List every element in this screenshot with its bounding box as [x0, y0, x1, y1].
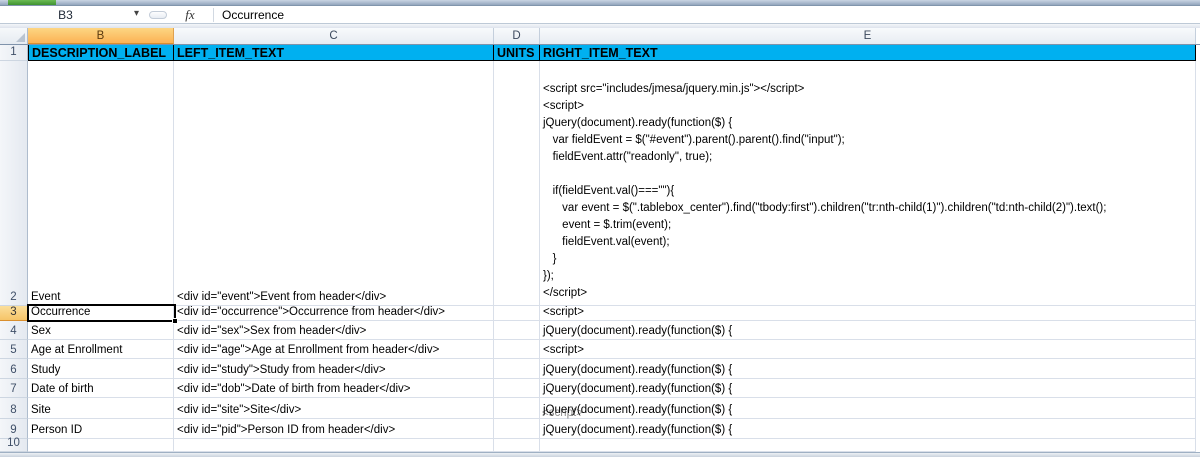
worksheet-grid: 1 DESCRIPTION_LABEL LEFT_ITEM_TEXT UNITS… — [0, 45, 1200, 452]
code-line: fieldEvent.val(event); — [543, 234, 1193, 251]
insert-function-button[interactable]: fx — [167, 7, 213, 23]
code-line: var fieldEvent = $("#event").parent().pa… — [543, 132, 1193, 149]
cell-b5[interactable]: Age at Enrollment — [28, 340, 174, 359]
cell-c2[interactable]: <div id="event">Event from header</div> — [174, 61, 494, 306]
cell-e7[interactable]: jQuery(document).ready(function($) { — [540, 379, 1196, 398]
code-line: var event = $(".tablebox_center").find("… — [543, 200, 1193, 217]
name-box-value: B3 — [58, 8, 87, 22]
cell-e1[interactable]: RIGHT_ITEM_TEXT — [540, 45, 1196, 61]
cell-d8[interactable] — [494, 398, 540, 419]
cell-c4[interactable]: <div id="sex">Sex from header</div> — [174, 321, 494, 340]
code-line: jQuery(document).ready(function($) { — [543, 115, 1193, 132]
formula-bar-divider — [213, 8, 214, 22]
cell-d5[interactable] — [494, 340, 540, 359]
fill-handle[interactable] — [172, 318, 178, 324]
cell-b10[interactable] — [28, 439, 174, 452]
cell-e10[interactable] — [540, 439, 1196, 452]
cell-d3[interactable] — [494, 306, 540, 321]
column-header-c[interactable]: C — [174, 28, 494, 44]
cell-e5[interactable]: <script> — [540, 340, 1196, 359]
row-header-4[interactable]: 4 — [0, 321, 28, 340]
cell-e3[interactable]: <script> — [540, 306, 1196, 321]
table-row: 9 Person ID <div id="pid">Person ID from… — [0, 419, 1196, 439]
row-header-3[interactable]: 3 — [0, 306, 28, 321]
cell-c5[interactable]: <div id="age">Age at Enrollment from hea… — [174, 340, 494, 359]
code-line: }); — [543, 268, 1193, 285]
code-line — [543, 166, 1193, 183]
code-line: if(fieldEvent.val()===""){ — [543, 183, 1193, 200]
select-all-triangle-icon — [16, 33, 25, 42]
cell-d10[interactable] — [494, 439, 540, 452]
table-row: 4 Sex <div id="sex">Sex from header</div… — [0, 321, 1196, 340]
cell-e6[interactable]: jQuery(document).ready(function($) { — [540, 359, 1196, 379]
name-box[interactable]: B3 ▾ — [0, 6, 145, 24]
code-line: fieldEvent.attr("readonly", true); — [543, 149, 1193, 166]
cell-c3[interactable]: <div id="occurrence">Occurrence from hea… — [174, 306, 494, 321]
table-row: 2 Event <div id="event">Event from heade… — [0, 61, 1196, 306]
column-headers: B C D E — [0, 28, 1200, 45]
table-row: 8 Site <div id="site">Site</div> jQuery(… — [0, 398, 1196, 419]
cell-d9[interactable] — [494, 419, 540, 439]
row-header-5[interactable]: 5 — [0, 340, 28, 359]
cell-e2[interactable]: <script src="includes/jmesa/jquery.min.j… — [540, 61, 1196, 306]
row-header-6[interactable]: 6 — [0, 359, 28, 379]
clipped-text-artifact: <script> — [542, 407, 583, 419]
table-row: 3 Occurrence <div id="occurrence">Occurr… — [0, 306, 1196, 321]
table-row: 7 Date of birth <div id="dob">Date of bi… — [0, 379, 1196, 398]
row-header-2[interactable]: 2 — [0, 61, 28, 306]
select-all-corner[interactable] — [0, 28, 28, 44]
scrollbar-edge — [0, 452, 1200, 457]
table-row: 1 DESCRIPTION_LABEL LEFT_ITEM_TEXT UNITS… — [0, 45, 1196, 61]
cell-c9[interactable]: <div id="pid">Person ID from header</div… — [174, 419, 494, 439]
column-header-b[interactable]: B — [28, 28, 174, 44]
cell-b6[interactable]: Study — [28, 359, 174, 379]
row-header-7[interactable]: 7 — [0, 379, 28, 398]
cell-d4[interactable] — [494, 321, 540, 340]
formula-bar-splitter[interactable] — [149, 11, 167, 19]
name-box-dropdown-icon[interactable]: ▾ — [134, 8, 139, 19]
cell-e4[interactable]: jQuery(document).ready(function($) { — [540, 321, 1196, 340]
column-header-d[interactable]: D — [494, 28, 540, 44]
cell-b2[interactable]: Event — [28, 61, 174, 306]
cell-c1[interactable]: LEFT_ITEM_TEXT — [174, 45, 494, 61]
cell-e8[interactable]: jQuery(document).ready(function($) { — [540, 398, 1196, 419]
cell-b8[interactable]: Site — [28, 398, 174, 419]
formula-bar: B3 ▾ fx Occurrence — [0, 6, 1200, 24]
cell-c6[interactable]: <div id="study">Study from header</div> — [174, 359, 494, 379]
formula-input[interactable]: Occurrence — [222, 8, 284, 22]
cell-e9[interactable]: jQuery(document).ready(function($) { — [540, 419, 1196, 439]
cell-c7[interactable]: <div id="dob">Date of birth from header<… — [174, 379, 494, 398]
fx-icon: fx — [185, 7, 194, 22]
cell-b7[interactable]: Date of birth — [28, 379, 174, 398]
cell-c8[interactable]: <div id="site">Site</div> — [174, 398, 494, 419]
code-line: } — [543, 251, 1193, 268]
cell-b1[interactable]: DESCRIPTION_LABEL — [28, 45, 174, 61]
code-line: <script src="includes/jmesa/jquery.min.j… — [543, 81, 1193, 98]
excel-window: B3 ▾ fx Occurrence B C D E 1 DESCRIPTION… — [0, 0, 1200, 457]
cell-d1[interactable]: UNITS — [494, 45, 540, 61]
cell-d6[interactable] — [494, 359, 540, 379]
code-line: event = $.trim(event); — [543, 217, 1193, 234]
cell-b9[interactable]: Person ID — [28, 419, 174, 439]
column-header-e[interactable]: E — [540, 28, 1196, 44]
cell-b4[interactable]: Sex — [28, 321, 174, 340]
code-line: <script> — [543, 98, 1193, 115]
ribbon-green-accent — [8, 0, 56, 5]
active-cell-border[interactable] — [27, 304, 176, 322]
row-header-9[interactable]: 9 — [0, 419, 28, 439]
cell-e2-script-block: <script src="includes/jmesa/jquery.min.j… — [543, 81, 1193, 303]
row-header-1[interactable]: 1 — [0, 45, 28, 61]
cell-d7[interactable] — [494, 379, 540, 398]
code-line: </script> — [543, 285, 1193, 302]
table-row: 10 — [0, 439, 1196, 452]
cell-c10[interactable] — [174, 439, 494, 452]
cell-d2[interactable] — [494, 61, 540, 306]
row-header-10[interactable]: 10 — [0, 439, 28, 452]
row-header-8[interactable]: 8 — [0, 398, 28, 419]
table-row: 6 Study <div id="study">Study from heade… — [0, 359, 1196, 379]
table-row: 5 Age at Enrollment <div id="age">Age at… — [0, 340, 1196, 359]
